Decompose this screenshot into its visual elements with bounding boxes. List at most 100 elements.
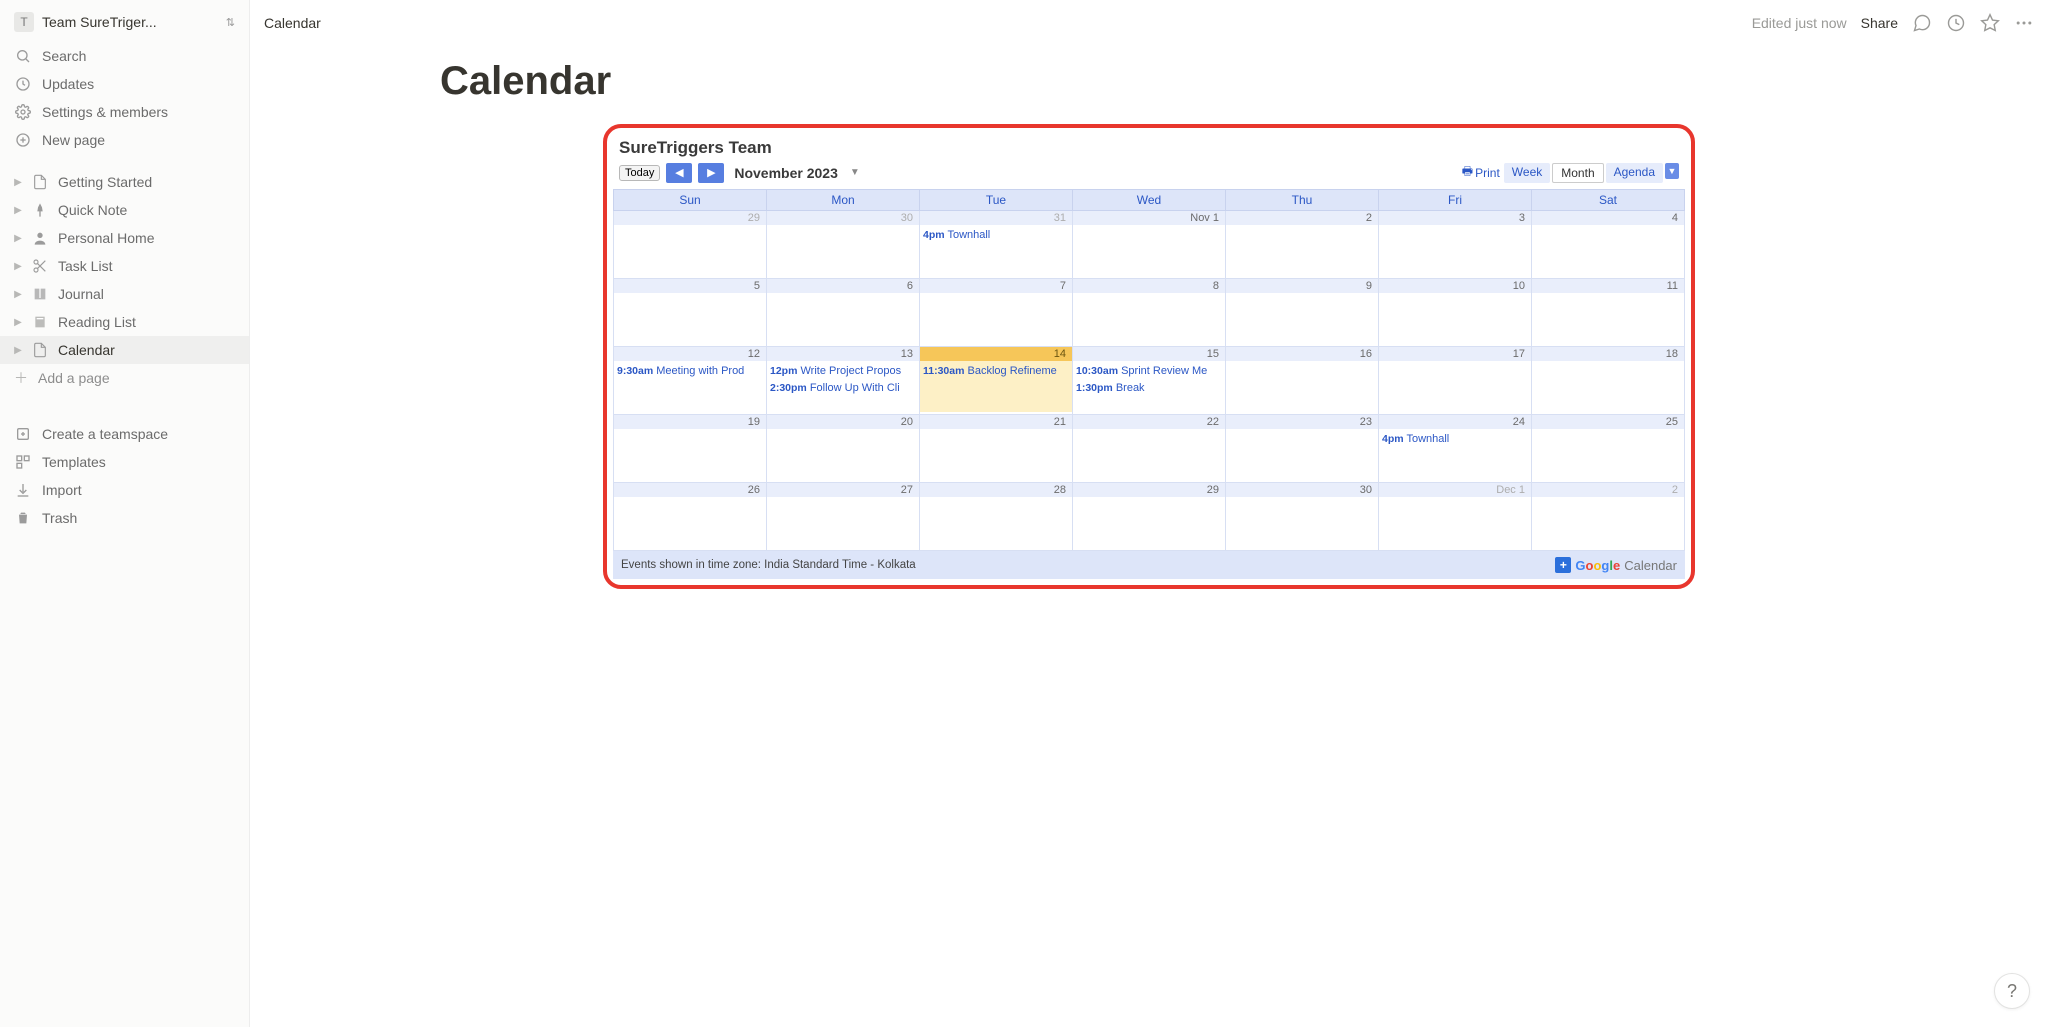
calendar-cell[interactable]: 2 — [1226, 211, 1379, 279]
search-icon — [14, 47, 32, 65]
calendar-cell[interactable]: 5 — [614, 279, 767, 347]
page-item-personal-home[interactable]: ▶Personal Home — [0, 224, 249, 252]
date-number: 7 — [920, 279, 1072, 293]
calendar-cell[interactable]: 26 — [614, 483, 767, 551]
pin-icon — [32, 202, 52, 218]
page-item-reading-list[interactable]: ▶Reading List — [0, 308, 249, 336]
chevron-right-icon[interactable]: ▶ — [10, 261, 26, 272]
calendar-cell[interactable]: 30 — [767, 211, 920, 279]
date-number: 25 — [1532, 415, 1684, 429]
star-icon[interactable] — [1980, 13, 2000, 33]
chevron-right-icon[interactable]: ▶ — [10, 177, 26, 188]
calendar-cell[interactable]: 16 — [1226, 347, 1379, 415]
calendar-event[interactable]: 11:30am Backlog Refineme — [923, 363, 1069, 380]
calendar-event[interactable]: 9:30am Meeting with Prod — [617, 363, 763, 380]
date-number: 24 — [1379, 415, 1531, 429]
calendar-cell[interactable]: 22 — [1073, 415, 1226, 483]
view-week-tab[interactable]: Week — [1504, 163, 1550, 183]
calendar-cell[interactable]: 24 4pm Townhall — [1379, 415, 1532, 483]
pages-list: ▶Getting Started▶Quick Note▶Personal Hom… — [0, 168, 249, 364]
help-button[interactable]: ? — [1994, 973, 2030, 1009]
agenda-dropdown-icon[interactable]: ▼ — [1665, 163, 1679, 179]
calendar-event[interactable]: 4pm Townhall — [923, 227, 1069, 244]
calendar-cell[interactable]: 12 9:30am Meeting with Prod — [614, 347, 767, 415]
page-item-journal[interactable]: ▶ Journal — [0, 280, 249, 308]
calendar-cell[interactable]: Nov 1 — [1073, 211, 1226, 279]
trash-button[interactable]: Trash — [0, 504, 249, 532]
calendar-event[interactable]: 4pm Townhall — [1382, 431, 1528, 448]
calendar-cell[interactable]: 17 — [1379, 347, 1532, 415]
history-icon[interactable] — [1946, 13, 1966, 33]
calendar-cell[interactable]: 20 — [767, 415, 920, 483]
newpage-button[interactable]: New page — [0, 126, 249, 154]
breadcrumb[interactable]: Calendar — [264, 15, 321, 31]
calendar-cell[interactable]: 314pm Townhall — [920, 211, 1073, 279]
print-button[interactable]: 🖶 Print — [1462, 162, 1500, 183]
page-item-quick-note[interactable]: ▶Quick Note — [0, 196, 249, 224]
calendar-cell[interactable]: 30 — [1226, 483, 1379, 551]
settings-label: Settings & members — [42, 104, 168, 120]
calendar-cell[interactable]: 19 — [614, 415, 767, 483]
calendar-event[interactable]: 2:30pm Follow Up With Cli — [770, 380, 916, 397]
page-item-getting-started[interactable]: ▶Getting Started — [0, 168, 249, 196]
page-item-task-list[interactable]: ▶Task List — [0, 252, 249, 280]
prev-button[interactable]: ◀ — [666, 163, 692, 183]
calendar-cell[interactable]: 6 — [767, 279, 920, 347]
calendar-cell[interactable]: 25 — [1532, 415, 1685, 483]
calendar-event[interactable]: 12pm Write Project Propos — [770, 363, 916, 380]
calendar-cell[interactable]: 4 — [1532, 211, 1685, 279]
book-gray-icon — [32, 314, 52, 330]
page-label: Journal — [58, 286, 104, 302]
page-label: Calendar — [58, 342, 115, 358]
calendar-cell[interactable]: 1312pm Write Project Propos2:30pm Follow… — [767, 347, 920, 415]
chevron-right-icon[interactable]: ▶ — [10, 205, 26, 216]
month-dropdown-icon[interactable]: ▼ — [850, 167, 860, 178]
chevron-right-icon[interactable]: ▶ — [10, 233, 26, 244]
page-item-calendar[interactable]: ▶ Calendar — [0, 336, 249, 364]
chevron-right-icon[interactable]: ▶ — [10, 289, 26, 300]
updates-button[interactable]: Updates — [0, 70, 249, 98]
share-button[interactable]: Share — [1861, 15, 1898, 31]
chevron-right-icon[interactable]: ▶ — [10, 345, 26, 356]
date-number: 12 — [614, 347, 766, 361]
comments-icon[interactable] — [1912, 13, 1932, 33]
search-button[interactable]: Search — [0, 42, 249, 70]
calendar-event[interactable]: 1:30pm Break — [1076, 380, 1222, 397]
google-calendar-badge[interactable]: + Google Calendar — [1555, 557, 1677, 573]
view-agenda-tab[interactable]: Agenda — [1606, 163, 1663, 183]
next-button[interactable]: ▶ — [698, 163, 724, 183]
calendar-cell[interactable]: 29 — [614, 211, 767, 279]
calendar-cell[interactable]: 21 — [920, 415, 1073, 483]
calendar-cell[interactable]: 23 — [1226, 415, 1379, 483]
calendar-cell[interactable]: 10 — [1379, 279, 1532, 347]
day-header: Wed — [1073, 190, 1226, 211]
workspace-switcher[interactable]: T Team SureTriger... ⇅ — [0, 8, 249, 42]
calendar-event[interactable]: 10:30am Sprint Review Me — [1076, 363, 1222, 380]
calendar-cell[interactable]: 2 — [1532, 483, 1685, 551]
calendar-title: SureTriggers Team — [613, 134, 1685, 160]
calendar-cell[interactable]: 1510:30am Sprint Review Me1:30pm Break — [1073, 347, 1226, 415]
calendar-cell[interactable]: 8 — [1073, 279, 1226, 347]
calendar-cell[interactable]: 29 — [1073, 483, 1226, 551]
day-header: Tue — [920, 190, 1073, 211]
today-button[interactable]: Today — [619, 165, 660, 181]
import-button[interactable]: Import — [0, 476, 249, 504]
calendar-cell[interactable]: 1411:30am Backlog Refineme — [920, 347, 1073, 415]
settings-button[interactable]: Settings & members — [0, 98, 249, 126]
calendar-cell[interactable]: 7 — [920, 279, 1073, 347]
more-icon[interactable] — [2014, 13, 2034, 33]
sidebar: T Team SureTriger... ⇅ Search Updates Se… — [0, 0, 250, 1027]
add-page-button[interactable]: ＋ Add a page — [0, 364, 249, 392]
calendar-cell[interactable]: Dec 1 — [1379, 483, 1532, 551]
calendar-cell[interactable]: 27 — [767, 483, 920, 551]
calendar-cell[interactable]: 3 — [1379, 211, 1532, 279]
create-teamspace-button[interactable]: Create a teamspace — [0, 420, 249, 448]
chevron-right-icon[interactable]: ▶ — [10, 317, 26, 328]
calendar-cell[interactable]: 28 — [920, 483, 1073, 551]
calendar-cell[interactable]: 9 — [1226, 279, 1379, 347]
calendar-grid: SunMonTueWedThuFriSat 2930314pm Townhall… — [613, 189, 1685, 551]
calendar-cell[interactable]: 11 — [1532, 279, 1685, 347]
calendar-cell[interactable]: 18 — [1532, 347, 1685, 415]
templates-button[interactable]: Templates — [0, 448, 249, 476]
view-month-tab[interactable]: Month — [1552, 163, 1603, 183]
